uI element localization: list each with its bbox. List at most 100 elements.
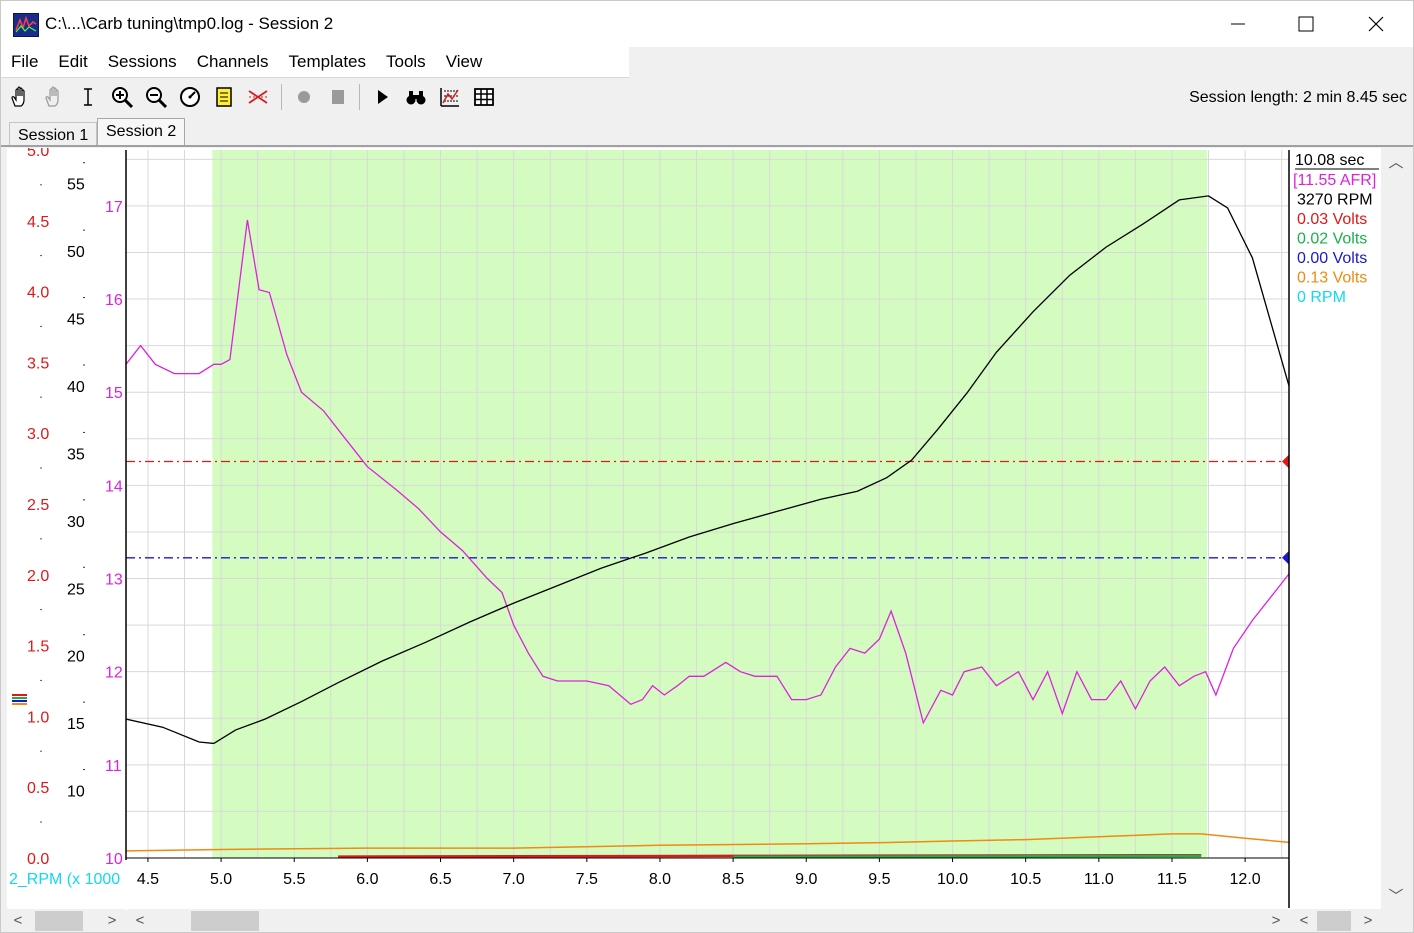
- zoom-out-button[interactable]: [143, 84, 169, 110]
- x-tick-label: 12.0: [1230, 871, 1261, 888]
- x-tick-label: 4.5: [137, 871, 159, 888]
- volts-tick-label: 1.5: [27, 639, 49, 656]
- gauge-icon: [180, 87, 200, 107]
- notes-button[interactable]: [211, 84, 237, 110]
- maximize-button[interactable]: [1271, 1, 1341, 47]
- axis-scroll-right[interactable]: >: [101, 909, 123, 932]
- afr-tick-label: 17: [105, 199, 123, 216]
- app-logo-icon: [13, 13, 39, 37]
- chart-settings-button[interactable]: [437, 84, 463, 110]
- afr-tick-label: 10: [105, 851, 123, 868]
- toolbar: Session length: 2 min 8.45 sec: [1, 78, 1413, 118]
- play-button[interactable]: [369, 84, 395, 110]
- time-scroll-right[interactable]: >: [1265, 909, 1287, 932]
- rpm-tick-label: 50: [67, 244, 85, 261]
- cross-lines-icon: [248, 90, 268, 104]
- zoom-in-button[interactable]: [109, 84, 135, 110]
- reference-marker-blue: [1282, 550, 1289, 565]
- stop-button[interactable]: [325, 84, 351, 110]
- maximize-icon: [1298, 16, 1314, 32]
- rpm-tick-label: 15: [67, 716, 85, 733]
- record-button[interactable]: [291, 84, 317, 110]
- volts-tick-label: 2.0: [27, 568, 49, 585]
- menu-view[interactable]: View: [436, 47, 493, 77]
- readout-time: 10.08 sec: [1295, 152, 1364, 169]
- channel-stripes-icon: [12, 700, 27, 702]
- tabs-divider: [1, 145, 1413, 147]
- menu-file[interactable]: File: [1, 47, 48, 77]
- minimize-button[interactable]: [1203, 1, 1273, 47]
- readout-cyan: 0 RPM: [1297, 289, 1346, 306]
- rpm-tick-label: 40: [67, 379, 85, 396]
- menu-sessions[interactable]: Sessions: [98, 47, 187, 77]
- legend-scroll-left[interactable]: <: [1293, 909, 1315, 932]
- session-tabs: Session 1 Session 2: [1, 118, 1413, 146]
- play-icon: [378, 90, 388, 104]
- x-tick-label: 8.5: [722, 871, 744, 888]
- tab-session-2[interactable]: Session 2: [97, 118, 186, 146]
- legend-scroll-thumb[interactable]: [1317, 911, 1351, 931]
- highlight-band: [212, 150, 1208, 858]
- scroll-up-button[interactable]: ︿: [1385, 152, 1407, 171]
- x-tick-label: 7.5: [576, 871, 598, 888]
- rpm-tick-label: 10: [67, 784, 85, 801]
- stop-icon: [332, 90, 344, 104]
- readout-green: 0.02 Volts: [1297, 231, 1367, 248]
- axis-scroll-thumb[interactable]: [35, 911, 83, 931]
- afr-tick-label: 16: [105, 292, 123, 309]
- volts-tick-label: 0.5: [27, 780, 49, 797]
- window-title: C:\...\Carb tuning\tmp0.log - Session 2: [45, 14, 334, 33]
- chart-area[interactable]: 5.0 4.5 4.0 3.5 3.0 2.5 2.0 1.5 1.0 0.5 0.0 55 50 45 4…: [7, 148, 1389, 910]
- legend-scrollbar[interactable]: < >: [1291, 909, 1381, 932]
- x-tick-label: 6.0: [356, 871, 378, 888]
- axis-scrollbar[interactable]: < >: [1, 909, 125, 932]
- hand-disabled-icon: [45, 86, 59, 107]
- afr-tick-label: 11: [105, 758, 122, 775]
- volts-tick-label: 4.0: [27, 285, 49, 302]
- volts-tick-label: 1.0: [27, 709, 49, 726]
- menu-bar: File Edit Sessions Channels Templates To…: [1, 47, 629, 78]
- channel-stripes-icon: [12, 697, 27, 699]
- rpm-tick-label: 25: [67, 581, 85, 598]
- close-button[interactable]: [1341, 1, 1411, 47]
- title-bar[interactable]: C:\...\Carb tuning\tmp0.log - Session 2: [1, 1, 1413, 47]
- find-button[interactable]: [403, 84, 429, 110]
- gauge-button[interactable]: [177, 84, 203, 110]
- pan-button[interactable]: [7, 84, 33, 110]
- menu-tools[interactable]: Tools: [376, 47, 436, 77]
- axis-scroll-left[interactable]: <: [7, 909, 29, 932]
- pan-disabled-button[interactable]: [41, 84, 67, 110]
- text-cursor-button[interactable]: [75, 84, 101, 110]
- scroll-down-button[interactable]: ﹀: [1385, 886, 1407, 905]
- toolbar-separator: [281, 84, 282, 110]
- binoculars-icon: [406, 91, 426, 105]
- cross-lines-button[interactable]: [245, 84, 271, 110]
- menu-channels[interactable]: Channels: [187, 47, 279, 77]
- x-tick-label: 6.5: [429, 871, 451, 888]
- time-scroll-left[interactable]: <: [129, 909, 151, 932]
- log-chart[interactable]: 5.0 4.5 4.0 3.5 3.0 2.5 2.0 1.5 1.0 0.5 0.0 55 50 45 4…: [7, 148, 1389, 910]
- volts-tick-label: 5.0: [27, 148, 49, 160]
- legend-scroll-right[interactable]: >: [1357, 909, 1379, 932]
- toolbar-separator: [359, 84, 360, 110]
- readout-red: 0.03 Volts: [1297, 211, 1367, 228]
- notes-icon: [216, 87, 232, 107]
- tab-session-1[interactable]: Session 1: [9, 122, 98, 146]
- readout-blue: 0.00 Volts: [1297, 250, 1367, 267]
- menu-edit[interactable]: Edit: [48, 47, 97, 77]
- rpm-tick-label: 30: [67, 514, 85, 531]
- time-scroll-thumb[interactable]: [191, 911, 259, 931]
- time-scrollbar[interactable]: < >: [127, 909, 1289, 932]
- table-button[interactable]: [471, 84, 497, 110]
- vertical-scrollbar[interactable]: ︿ ﹀: [1381, 148, 1413, 910]
- menu-templates[interactable]: Templates: [279, 47, 376, 77]
- volts-tick-label: 2.5: [27, 497, 49, 514]
- rpm-tick-label: 45: [67, 312, 85, 329]
- x-tick-label: 7.0: [503, 871, 525, 888]
- volts-tick-label: 0.0: [27, 851, 49, 868]
- readout-afr: [11.55 AFR]: [1293, 172, 1376, 189]
- record-icon: [298, 91, 310, 103]
- app-window: C:\...\Carb tuning\tmp0.log - Session 2 …: [0, 0, 1414, 933]
- x-tick-label: 5.5: [283, 871, 305, 888]
- cyan-axis-label: 2_RPM (x 1000: [9, 871, 120, 888]
